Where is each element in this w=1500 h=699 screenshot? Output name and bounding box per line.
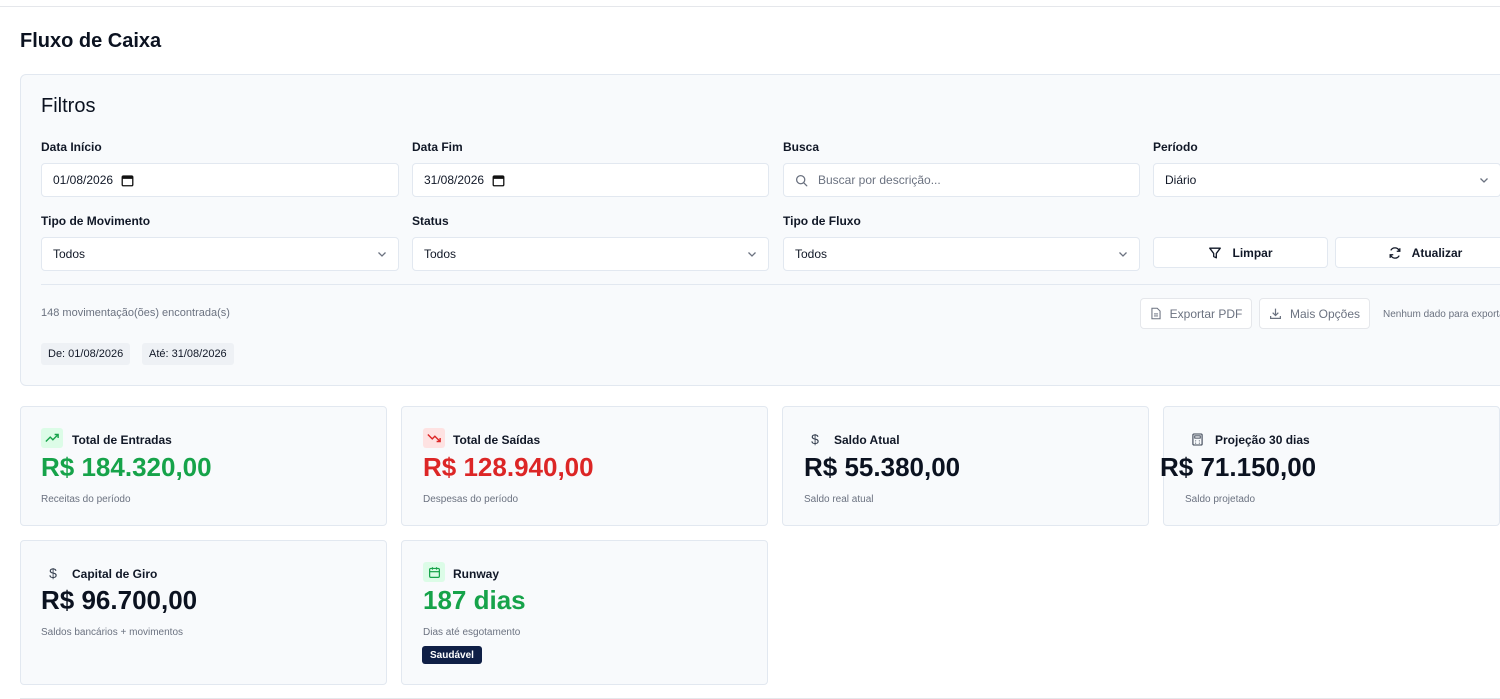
kpi-value: R$ 128.940,00 <box>423 452 594 482</box>
kpi-card-projecao: Projeção 30 dias R$ 71.150,00 Saldo proj… <box>1160 406 1500 526</box>
kpi-label: Total de Saídas <box>453 433 541 447</box>
movement-type-select[interactable]: Todos <box>41 237 399 271</box>
chevron-down-icon <box>1119 252 1127 257</box>
export-pdf-button[interactable]: Exportar PDF <box>1140 298 1252 329</box>
search-label: Busca <box>783 140 820 154</box>
kpi-subtitle: Despesas do período <box>423 494 519 505</box>
kpi-card-total-saidas: Total de Saídas R$ 128.940,00 Despesas d… <box>401 406 768 526</box>
filter-icon <box>1209 247 1222 258</box>
kpi-label: Saldo Atual <box>834 433 900 447</box>
status-select[interactable]: Todos <box>412 237 769 271</box>
kpi-card-saldo-atual: $ Saldo Atual R$ 55.380,00 Saldo real at… <box>782 406 1149 526</box>
chevron-down-icon <box>748 252 756 257</box>
kpi-label: Runway <box>453 567 500 581</box>
top-border <box>0 6 1500 7</box>
refresh-button[interactable]: Atualizar <box>1335 237 1500 268</box>
no-data-text: Nenhum dado para exportar <box>1383 309 1500 320</box>
flow-type-label: Tipo de Fluxo <box>783 214 861 228</box>
search-placeholder: Buscar por descrição... <box>818 173 941 187</box>
refresh-icon <box>1389 246 1401 259</box>
status-badge: Saudável <box>422 646 482 664</box>
kpi-subtitle: Saldo projetado <box>1185 494 1256 505</box>
search-input[interactable]: Buscar por descrição... <box>783 163 1140 197</box>
search-icon <box>795 174 808 186</box>
status-label: Status <box>412 214 449 228</box>
dollar-icon: $ <box>811 431 819 447</box>
kpi-value: R$ 96.700,00 <box>41 585 198 615</box>
kpi-subtitle: Saldos bancários + movimentos <box>41 627 184 638</box>
period-value: Diário <box>1165 173 1197 187</box>
date-from-chip: De: 01/08/2026 <box>41 343 131 365</box>
chevron-down-icon <box>1480 178 1488 183</box>
kpi-subtitle: Receitas do período <box>41 494 131 505</box>
trending-down-icon <box>423 428 445 448</box>
kpi-label: Capital de Giro <box>72 567 158 581</box>
page-title: Fluxo de Caixa <box>20 30 162 52</box>
calendar-icon[interactable] <box>121 174 134 187</box>
end-date-input[interactable]: 31/08/2026 <box>412 163 769 197</box>
trending-up-icon <box>41 428 63 448</box>
period-select[interactable]: Diário <box>1153 163 1500 197</box>
dollar-icon: $ <box>49 565 57 581</box>
kpi-value: 187 dias <box>423 585 526 615</box>
filters-title: Filtros <box>41 95 96 117</box>
more-options-label: Mais Opções <box>1289 306 1361 321</box>
kpi-value: R$ 55.380,00 <box>804 452 961 482</box>
file-icon <box>1151 307 1161 320</box>
calculator-icon <box>1186 429 1208 449</box>
date-to-chip: Até: 31/08/2026 <box>142 343 234 365</box>
flow-type-value: Todos <box>795 247 828 261</box>
period-label: Período <box>1153 140 1198 154</box>
export-pdf-label: Exportar PDF <box>1169 306 1243 321</box>
refresh-label: Atualizar <box>1411 245 1463 260</box>
kpi-card-total-entradas: Total de Entradas R$ 184.320,00 Receitas… <box>20 406 387 526</box>
chevron-down-icon <box>378 252 386 257</box>
kpi-card-runway: Runway 187 dias Dias até esgotamento Sau… <box>401 540 768 685</box>
calendar-icon[interactable] <box>492 174 505 187</box>
movement-type-label: Tipo de Movimento <box>41 214 151 228</box>
status-value: Todos <box>424 247 457 261</box>
kpi-label: Projeção 30 dias <box>1215 433 1310 447</box>
kpi-subtitle: Saldo real atual <box>804 494 874 505</box>
more-options-button[interactable]: Mais Opções <box>1259 298 1370 329</box>
kpi-value: R$ 184.320,00 <box>41 452 212 482</box>
results-count: 148 movimentação(ões) encontrada(s) <box>41 307 230 319</box>
flow-type-select[interactable]: Todos <box>783 237 1140 271</box>
filters-divider <box>41 284 1500 285</box>
calendar-icon <box>423 562 445 582</box>
kpi-value: R$ 71.150,00 <box>1160 452 1317 482</box>
end-date-value: 31/08/2026 <box>424 173 485 187</box>
kpi-subtitle: Dias até esgotamento <box>423 627 521 638</box>
clear-filters-button[interactable]: Limpar <box>1153 237 1328 268</box>
download-icon <box>1270 308 1281 319</box>
kpi-card-capital-giro: $ Capital de Giro R$ 96.700,00 Saldos ba… <box>20 540 387 685</box>
kpi-label: Total de Entradas <box>72 433 172 447</box>
start-date-value: 01/08/2026 <box>53 173 114 187</box>
start-date-label: Data Início <box>41 140 102 154</box>
start-date-input[interactable]: 01/08/2026 <box>41 163 399 197</box>
clear-filters-label: Limpar <box>1232 245 1273 260</box>
filters-card: Filtros Data Início 01/08/2026 Data Fim … <box>20 74 1500 386</box>
end-date-label: Data Fim <box>412 140 463 154</box>
movement-type-value: Todos <box>53 247 86 261</box>
